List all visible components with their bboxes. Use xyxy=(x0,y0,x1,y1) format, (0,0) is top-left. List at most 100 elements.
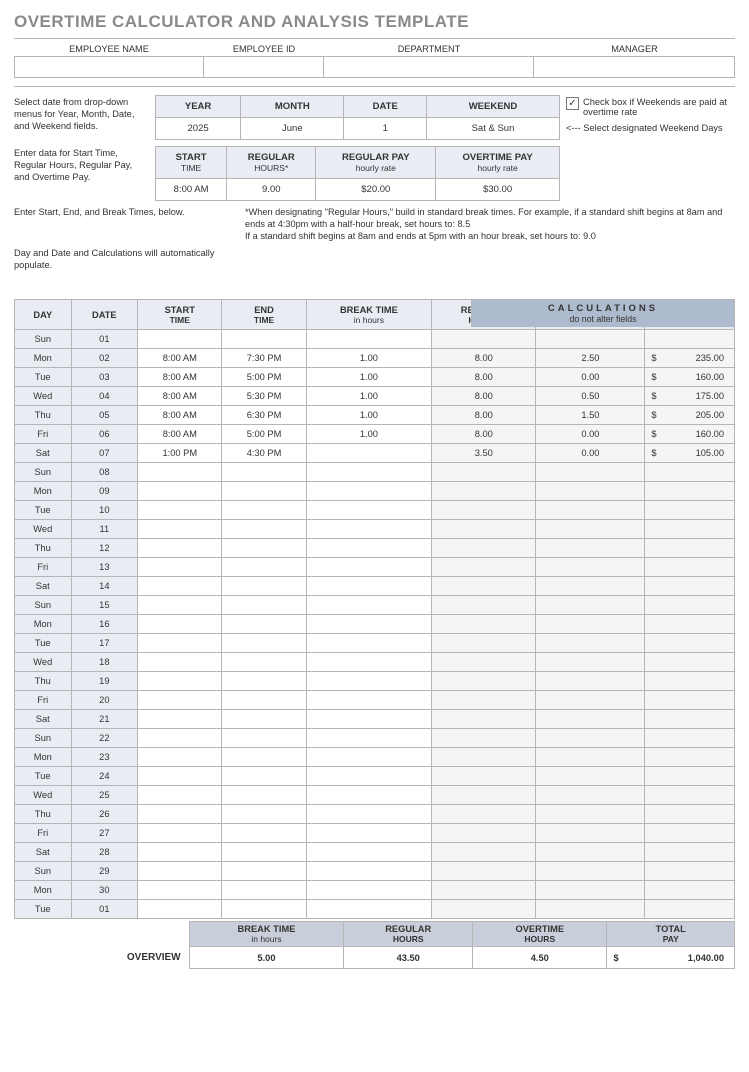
end-cell[interactable] xyxy=(222,577,306,596)
end-cell[interactable]: 5:00 PM xyxy=(222,425,306,444)
start-cell[interactable]: 8:00 AM xyxy=(138,425,222,444)
rate-value[interactable]: $20.00 xyxy=(316,179,436,201)
break-cell[interactable] xyxy=(306,672,431,691)
end-cell[interactable] xyxy=(222,824,306,843)
break-cell[interactable] xyxy=(306,748,431,767)
break-cell[interactable] xyxy=(306,900,431,919)
break-cell[interactable]: 1.00 xyxy=(306,425,431,444)
break-cell[interactable] xyxy=(306,786,431,805)
end-cell[interactable] xyxy=(222,615,306,634)
end-cell[interactable] xyxy=(222,862,306,881)
start-cell[interactable] xyxy=(138,672,222,691)
weekend-overtime-checkbox[interactable]: ✓ Check box if Weekends are paid at over… xyxy=(566,95,735,117)
emp-field[interactable] xyxy=(204,56,324,78)
emp-field[interactable] xyxy=(14,56,204,78)
start-cell[interactable] xyxy=(138,463,222,482)
rate-value[interactable]: $30.00 xyxy=(436,179,560,201)
break-cell[interactable] xyxy=(306,805,431,824)
break-cell[interactable] xyxy=(306,558,431,577)
start-cell[interactable]: 8:00 AM xyxy=(138,349,222,368)
start-cell[interactable] xyxy=(138,805,222,824)
end-cell[interactable] xyxy=(222,330,306,349)
end-cell[interactable]: 4:30 PM xyxy=(222,444,306,463)
break-cell[interactable] xyxy=(306,520,431,539)
emp-field[interactable] xyxy=(534,56,735,78)
break-cell[interactable] xyxy=(306,824,431,843)
break-cell[interactable] xyxy=(306,881,431,900)
end-cell[interactable] xyxy=(222,558,306,577)
emp-field[interactable] xyxy=(324,56,534,78)
start-cell[interactable] xyxy=(138,900,222,919)
break-cell[interactable] xyxy=(306,482,431,501)
start-cell[interactable] xyxy=(138,596,222,615)
start-cell[interactable]: 8:00 AM xyxy=(138,387,222,406)
end-cell[interactable] xyxy=(222,672,306,691)
start-cell[interactable] xyxy=(138,520,222,539)
start-cell[interactable] xyxy=(138,843,222,862)
start-cell[interactable] xyxy=(138,691,222,710)
end-cell[interactable] xyxy=(222,881,306,900)
end-cell[interactable]: 6:30 PM xyxy=(222,406,306,425)
start-cell[interactable] xyxy=(138,729,222,748)
start-cell[interactable] xyxy=(138,539,222,558)
break-cell[interactable]: 1.00 xyxy=(306,368,431,387)
end-cell[interactable]: 5:30 PM xyxy=(222,387,306,406)
break-cell[interactable] xyxy=(306,710,431,729)
break-cell[interactable]: 1.00 xyxy=(306,387,431,406)
start-cell[interactable] xyxy=(138,862,222,881)
end-cell[interactable]: 5:00 PM xyxy=(222,368,306,387)
break-cell[interactable] xyxy=(306,653,431,672)
end-cell[interactable]: 7:30 PM xyxy=(222,349,306,368)
start-cell[interactable] xyxy=(138,881,222,900)
end-cell[interactable] xyxy=(222,520,306,539)
end-cell[interactable] xyxy=(222,463,306,482)
start-cell[interactable] xyxy=(138,653,222,672)
start-cell[interactable] xyxy=(138,634,222,653)
start-cell[interactable] xyxy=(138,558,222,577)
start-cell[interactable] xyxy=(138,482,222,501)
start-cell[interactable]: 8:00 AM xyxy=(138,406,222,425)
start-cell[interactable] xyxy=(138,786,222,805)
break-cell[interactable]: 1.00 xyxy=(306,349,431,368)
break-cell[interactable] xyxy=(306,691,431,710)
break-cell[interactable] xyxy=(306,596,431,615)
rate-value[interactable]: 9.00 xyxy=(227,179,316,201)
end-cell[interactable] xyxy=(222,786,306,805)
start-cell[interactable] xyxy=(138,710,222,729)
date-value[interactable]: June xyxy=(241,118,344,140)
end-cell[interactable] xyxy=(222,729,306,748)
end-cell[interactable] xyxy=(222,691,306,710)
end-cell[interactable] xyxy=(222,767,306,786)
break-cell[interactable] xyxy=(306,767,431,786)
break-cell[interactable]: 1.00 xyxy=(306,406,431,425)
start-cell[interactable] xyxy=(138,767,222,786)
break-cell[interactable] xyxy=(306,615,431,634)
date-value[interactable]: 2025 xyxy=(156,118,241,140)
end-cell[interactable] xyxy=(222,482,306,501)
start-cell[interactable]: 1:00 PM xyxy=(138,444,222,463)
break-cell[interactable] xyxy=(306,444,431,463)
break-cell[interactable] xyxy=(306,862,431,881)
end-cell[interactable] xyxy=(222,501,306,520)
end-cell[interactable] xyxy=(222,748,306,767)
end-cell[interactable] xyxy=(222,653,306,672)
break-cell[interactable] xyxy=(306,501,431,520)
start-cell[interactable] xyxy=(138,330,222,349)
end-cell[interactable] xyxy=(222,805,306,824)
start-cell[interactable] xyxy=(138,615,222,634)
start-cell[interactable]: 8:00 AM xyxy=(138,368,222,387)
date-value[interactable]: Sat & Sun xyxy=(426,118,559,140)
end-cell[interactable] xyxy=(222,539,306,558)
start-cell[interactable] xyxy=(138,748,222,767)
rate-value[interactable]: 8:00 AM xyxy=(156,179,227,201)
start-cell[interactable] xyxy=(138,501,222,520)
break-cell[interactable] xyxy=(306,463,431,482)
start-cell[interactable] xyxy=(138,824,222,843)
break-cell[interactable] xyxy=(306,729,431,748)
end-cell[interactable] xyxy=(222,634,306,653)
end-cell[interactable] xyxy=(222,843,306,862)
break-cell[interactable] xyxy=(306,577,431,596)
start-cell[interactable] xyxy=(138,577,222,596)
break-cell[interactable] xyxy=(306,539,431,558)
date-value[interactable]: 1 xyxy=(344,118,426,140)
